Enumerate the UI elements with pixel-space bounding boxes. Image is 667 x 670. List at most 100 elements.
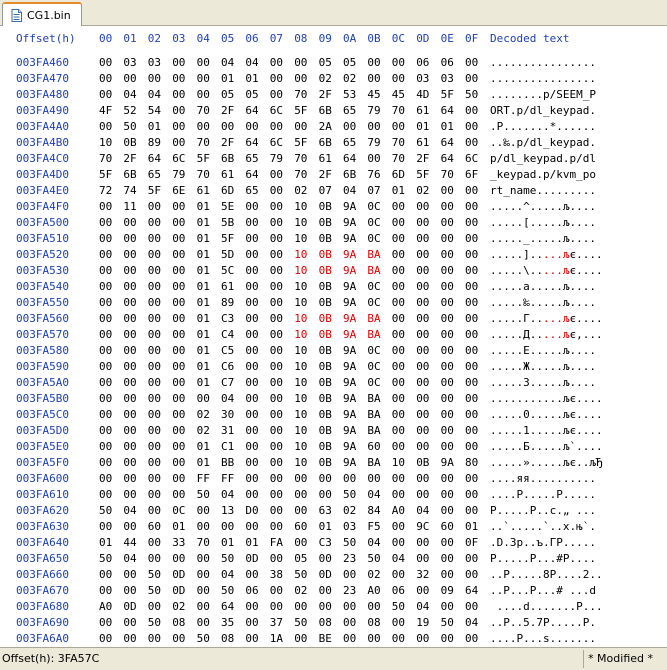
- hex-byte[interactable]: 00: [123, 487, 136, 503]
- hex-byte[interactable]: 0D: [245, 551, 258, 567]
- hex-byte[interactable]: 5E: [221, 199, 234, 215]
- hex-byte[interactable]: 00: [465, 343, 478, 359]
- hex-byte[interactable]: 50: [99, 503, 112, 519]
- hex-byte[interactable]: 2F: [221, 103, 234, 119]
- hex-byte[interactable]: 00: [294, 503, 307, 519]
- hex-byte[interactable]: 00: [172, 231, 185, 247]
- hex-row[interactable]: 003FA480 00 04 04 00 00 05 05 00 70 2F 53 45 45 4D 5F 50…: [0, 87, 667, 103]
- hex-row[interactable]: 003FA490 4F 52 54 00 70 2F 64 6C 5F 6B 65 79 70 61 64 00…: [0, 103, 667, 119]
- hex-byte[interactable]: 50: [367, 551, 380, 567]
- hex-byte[interactable]: A0: [367, 583, 380, 599]
- hex-byte[interactable]: 00: [392, 199, 405, 215]
- hex-byte[interactable]: 00: [416, 583, 429, 599]
- hex-byte[interactable]: 00: [392, 359, 405, 375]
- hex-byte[interactable]: 00: [99, 343, 112, 359]
- hex-byte[interactable]: 07: [319, 183, 332, 199]
- hex-byte[interactable]: 00: [294, 487, 307, 503]
- hex-byte[interactable]: 00: [123, 439, 136, 455]
- hex-byte[interactable]: 01: [148, 119, 161, 135]
- hex-byte[interactable]: 01: [221, 71, 234, 87]
- hex-byte[interactable]: 00: [270, 407, 283, 423]
- hex-byte[interactable]: 00: [270, 295, 283, 311]
- hex-byte[interactable]: 06: [392, 583, 405, 599]
- hex-byte[interactable]: 00: [270, 247, 283, 263]
- decoded-text[interactable]: ....d.......P...: [490, 599, 603, 615]
- hex-byte[interactable]: 00: [441, 183, 454, 199]
- hex-byte[interactable]: 00: [343, 631, 356, 647]
- hex-byte[interactable]: 6C: [270, 103, 283, 119]
- hex-byte[interactable]: 10: [294, 327, 307, 343]
- hex-byte[interactable]: 04: [123, 503, 136, 519]
- hex-byte[interactable]: 00: [123, 583, 136, 599]
- hex-byte[interactable]: 00: [441, 407, 454, 423]
- hex-byte[interactable]: 64: [465, 583, 478, 599]
- hex-byte[interactable]: 00: [245, 519, 258, 535]
- hex-byte[interactable]: 00: [416, 215, 429, 231]
- hex-byte[interactable]: 0B: [319, 295, 332, 311]
- hex-byte[interactable]: 00: [294, 631, 307, 647]
- hex-byte[interactable]: 9A: [343, 343, 356, 359]
- hex-byte[interactable]: 00: [172, 279, 185, 295]
- hex-row[interactable]: 003FA680 A0 0D 00 02 00 64 00 00 00 00 00 00 50 04 00 00…: [0, 599, 667, 615]
- hex-byte[interactable]: 80: [465, 455, 478, 471]
- hex-byte[interactable]: 70: [197, 167, 210, 183]
- decoded-text[interactable]: .P.......*......: [490, 119, 596, 135]
- hex-byte[interactable]: 50: [221, 583, 234, 599]
- hex-byte[interactable]: 00: [465, 375, 478, 391]
- hex-byte[interactable]: 61: [319, 151, 332, 167]
- hex-byte[interactable]: 00: [294, 55, 307, 71]
- decoded-text[interactable]: ...........љє....: [490, 391, 603, 407]
- hex-byte[interactable]: 00: [123, 327, 136, 343]
- hex-byte[interactable]: 05: [319, 55, 332, 71]
- hex-byte[interactable]: 00: [465, 55, 478, 71]
- hex-row[interactable]: 003FA550 00 00 00 00 01 89 00 00 10 0B 9A 0C 00 00 00 00…: [0, 295, 667, 311]
- hex-byte[interactable]: 00: [441, 423, 454, 439]
- hex-byte[interactable]: 38: [270, 567, 283, 583]
- hex-byte[interactable]: 6B: [221, 151, 234, 167]
- hex-byte[interactable]: 60: [294, 519, 307, 535]
- hex-row[interactable]: 003FA5E0 00 00 00 00 01 C1 00 00 10 0B 9A 60 00 00 00 00…: [0, 439, 667, 455]
- hex-byte[interactable]: 00: [123, 423, 136, 439]
- hex-byte[interactable]: 00: [99, 631, 112, 647]
- hex-byte[interactable]: 00: [441, 599, 454, 615]
- hex-byte[interactable]: 01: [197, 455, 210, 471]
- hex-byte[interactable]: 00: [197, 55, 210, 71]
- hex-byte[interactable]: 00: [416, 471, 429, 487]
- hex-byte[interactable]: 00: [123, 311, 136, 327]
- hex-byte[interactable]: 02: [343, 71, 356, 87]
- hex-byte[interactable]: 00: [294, 119, 307, 135]
- hex-byte[interactable]: 00: [465, 487, 478, 503]
- hex-byte[interactable]: 00: [441, 439, 454, 455]
- hex-byte[interactable]: 50: [148, 615, 161, 631]
- hex-byte[interactable]: 00: [245, 343, 258, 359]
- hex-byte[interactable]: 9A: [343, 231, 356, 247]
- hex-byte[interactable]: 2F: [123, 151, 136, 167]
- hex-byte[interactable]: 19: [416, 615, 429, 631]
- hex-row[interactable]: 003FA5B0 00 00 00 00 00 04 00 00 10 0B 9A BA 00 00 00 00…: [0, 391, 667, 407]
- hex-byte[interactable]: 65: [343, 135, 356, 151]
- hex-byte[interactable]: 0B: [123, 135, 136, 151]
- decoded-text[interactable]: ..P...P...# ...d: [490, 583, 596, 599]
- hex-byte[interactable]: 0B: [416, 455, 429, 471]
- decoded-text[interactable]: ................: [490, 71, 596, 87]
- hex-row[interactable]: 003FA690 00 00 50 08 00 35 00 37 50 08 00 08 00 19 50 04…: [0, 615, 667, 631]
- hex-byte[interactable]: 00: [270, 551, 283, 567]
- hex-byte[interactable]: 01: [197, 247, 210, 263]
- hex-byte[interactable]: 01: [99, 535, 112, 551]
- hex-byte[interactable]: 9A: [441, 455, 454, 471]
- hex-byte[interactable]: 00: [148, 231, 161, 247]
- hex-byte[interactable]: 00: [392, 391, 405, 407]
- hex-byte[interactable]: 00: [270, 55, 283, 71]
- hex-byte[interactable]: A0: [392, 503, 405, 519]
- hex-byte[interactable]: 00: [99, 311, 112, 327]
- hex-byte[interactable]: 00: [465, 423, 478, 439]
- hex-byte[interactable]: 00: [148, 407, 161, 423]
- hex-byte[interactable]: 00: [441, 631, 454, 647]
- hex-byte[interactable]: 00: [99, 199, 112, 215]
- hex-byte[interactable]: 0B: [319, 247, 332, 263]
- decoded-text[interactable]: .....Д.....љє,...: [490, 327, 603, 343]
- hex-byte[interactable]: 0B: [319, 407, 332, 423]
- hex-byte[interactable]: 0C: [367, 295, 380, 311]
- hex-byte[interactable]: 01: [197, 263, 210, 279]
- hex-byte[interactable]: 00: [172, 487, 185, 503]
